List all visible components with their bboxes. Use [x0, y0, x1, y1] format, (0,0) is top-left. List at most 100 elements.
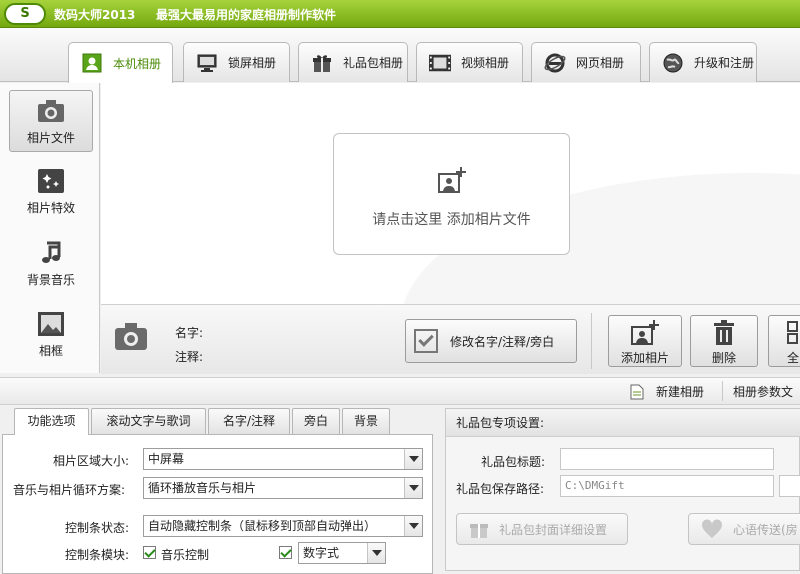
loop-scheme-value: 循环播放音乐与相片 — [148, 481, 257, 495]
nav-picture-frame[interactable]: 相框 — [9, 304, 93, 366]
gift-cover-settings-button[interactable]: 礼品包封面详细设置 — [456, 513, 628, 545]
tab-web-album[interactable]: 网页相册 — [531, 42, 641, 82]
control-bar-state-value: 自动隐藏控制条（鼠标移到顶部自动弹出） — [148, 519, 377, 533]
area-size-select[interactable]: 中屏幕 — [143, 448, 423, 470]
tab-upgrade-register[interactable]: 升级和注册 — [649, 42, 757, 82]
browse-button[interactable] — [779, 475, 800, 497]
new-album-label: 新建相册 — [656, 385, 705, 399]
chevron-down-icon — [404, 516, 422, 536]
tab-name-note[interactable]: 名字/注释 — [208, 408, 290, 434]
heart-icon — [701, 519, 723, 538]
photo-person-icon — [81, 52, 103, 74]
new-album-button[interactable]: 新建相册 — [630, 383, 704, 400]
grid-icon — [787, 321, 798, 344]
edit-name-note-button[interactable]: 修改名字/注释/旁白 — [405, 319, 577, 363]
add-photo-prompt: 请点击这里 添加相片文件 — [372, 212, 531, 228]
digital-style-select[interactable]: 数字式 — [298, 542, 386, 564]
sparkle-effects-icon — [38, 169, 64, 193]
tab-label: 礼品包相册 — [343, 56, 404, 70]
tab-label: 本机相册 — [113, 56, 162, 71]
gift-settings-panel: 礼品包专项设置: 礼品包标题: 礼品包保存路径: C:\DMGift 礼品包封面… — [445, 408, 800, 571]
monitor-icon — [196, 52, 218, 74]
add-photo-icon — [631, 320, 659, 345]
nav-label: 相片特效 — [26, 201, 75, 215]
gift-icon — [311, 52, 333, 74]
delete-label: 删除 — [711, 351, 736, 365]
gift-icon — [470, 524, 488, 538]
area-size-value: 中屏幕 — [148, 452, 185, 466]
note-label: 注释: — [175, 350, 204, 364]
album-type-tabs: 本机相册 锁屏相册 礼品包相册 视频相册 网页相册 升级和注册 — [0, 28, 800, 83]
tab-label: 网页相册 — [576, 56, 625, 70]
select-all-label: 全 — [787, 351, 800, 365]
add-photo-dropzone[interactable]: 请点击这里 添加相片文件 — [333, 133, 570, 255]
app-logo: S — [4, 3, 46, 25]
nav-label: 相片文件 — [26, 131, 75, 145]
select-all-button[interactable]: 全 — [768, 315, 800, 367]
trash-icon — [714, 320, 734, 345]
tab-label: 升级和注册 — [694, 56, 755, 70]
chevron-down-icon — [404, 449, 422, 469]
music-control-label: 音乐控制 — [161, 548, 210, 562]
tab-function-options[interactable]: 功能选项 — [14, 408, 89, 435]
control-bar-state-select[interactable]: 自动隐藏控制条（鼠标移到顶部自动弹出） — [143, 515, 423, 537]
music-control-checkbox[interactable] — [143, 546, 156, 559]
subbar-separator — [722, 381, 723, 401]
add-photo-label: 添加相片 — [620, 351, 669, 365]
add-photo-button[interactable]: 添加相片 — [608, 315, 682, 367]
photo-info-bar: 名字: 注释: 修改名字/注释/旁白 添加相片 删除 全 — [101, 304, 800, 374]
tab-lockscreen-album[interactable]: 锁屏相册 — [183, 42, 290, 82]
loop-scheme-select[interactable]: 循环播放音乐与相片 — [143, 477, 423, 499]
gift-settings-header: 礼品包专项设置: — [446, 409, 800, 437]
album-params-button[interactable]: 相册参数文 — [733, 383, 793, 400]
title-bar: S 数码大师2013 最强大最易用的家庭相册制作软件 — [0, 0, 800, 28]
function-options-content: 相片区域大小: 中屏幕 音乐与相片循环方案: 循环播放音乐与相片 控制条状态: … — [2, 434, 433, 574]
logo-letter: S — [20, 6, 30, 21]
photo-canvas: 请点击这里 添加相片文件 — [101, 83, 800, 304]
gift-path-label: 礼品包保存路径: — [456, 482, 545, 496]
control-bar-state-label: 控制条状态: — [65, 521, 130, 535]
chevron-down-icon — [367, 543, 385, 563]
heart-message-label: 心语传送(房 — [733, 522, 798, 537]
gift-title-input[interactable] — [560, 448, 774, 470]
chevron-down-icon — [404, 478, 422, 498]
digital-checkbox[interactable] — [279, 546, 292, 559]
nav-label: 背景音乐 — [26, 273, 75, 287]
music-note-icon — [42, 241, 61, 263]
nav-photo-effects[interactable]: 相片特效 — [9, 161, 93, 223]
nav-label: 相框 — [38, 344, 63, 358]
gift-cover-label: 礼品包封面详细设置 — [499, 522, 608, 537]
nav-background-music[interactable]: 背景音乐 — [9, 233, 93, 295]
left-nav: 相片文件 相片特效 背景音乐 相框 — [0, 83, 100, 373]
tab-local-album[interactable]: 本机相册 — [68, 42, 173, 83]
loop-scheme-label: 音乐与相片循环方案: — [13, 483, 126, 497]
name-label: 名字: — [175, 326, 204, 340]
tab-label: 视频相册 — [461, 56, 510, 70]
gift-path-input[interactable]: C:\DMGift — [560, 475, 774, 497]
area-size-label: 相片区域大小: — [53, 454, 130, 468]
app-title: 数码大师2013 — [54, 8, 136, 22]
gift-title-label: 礼品包标题: — [481, 455, 546, 469]
tab-narration[interactable]: 旁白 — [292, 408, 340, 434]
edit-checkbox-icon — [414, 329, 438, 353]
album-subbar: 新建相册 相册参数文 — [0, 377, 800, 405]
camera-icon — [115, 323, 147, 350]
add-photo-icon — [437, 167, 466, 193]
edit-button-label: 修改名字/注释/旁白 — [450, 334, 555, 349]
tab-background[interactable]: 背景 — [342, 408, 390, 434]
tab-gift-album[interactable]: 礼品包相册 — [298, 42, 408, 82]
nav-photo-files[interactable]: 相片文件 — [9, 90, 93, 152]
tab-video-album[interactable]: 视频相册 — [416, 42, 523, 82]
new-document-icon — [630, 384, 644, 399]
options-panel: 功能选项 滚动文字与歌词 名字/注释 旁白 背景 相片区域大小: 中屏幕 音乐与… — [0, 406, 437, 574]
toolbar-separator — [591, 313, 592, 369]
heart-message-button[interactable]: 心语传送(房 — [688, 513, 800, 545]
delete-button[interactable]: 删除 — [690, 315, 758, 367]
tab-label: 锁屏相册 — [228, 56, 277, 70]
tab-scroll-text-lyrics[interactable]: 滚动文字与歌词 — [91, 408, 206, 434]
ie-browser-icon — [544, 52, 566, 74]
app-slogan: 最强大最易用的家庭相册制作软件 — [156, 8, 337, 22]
globe-icon — [662, 52, 684, 74]
digital-style-value: 数字式 — [303, 546, 340, 560]
camera-icon — [38, 100, 64, 122]
